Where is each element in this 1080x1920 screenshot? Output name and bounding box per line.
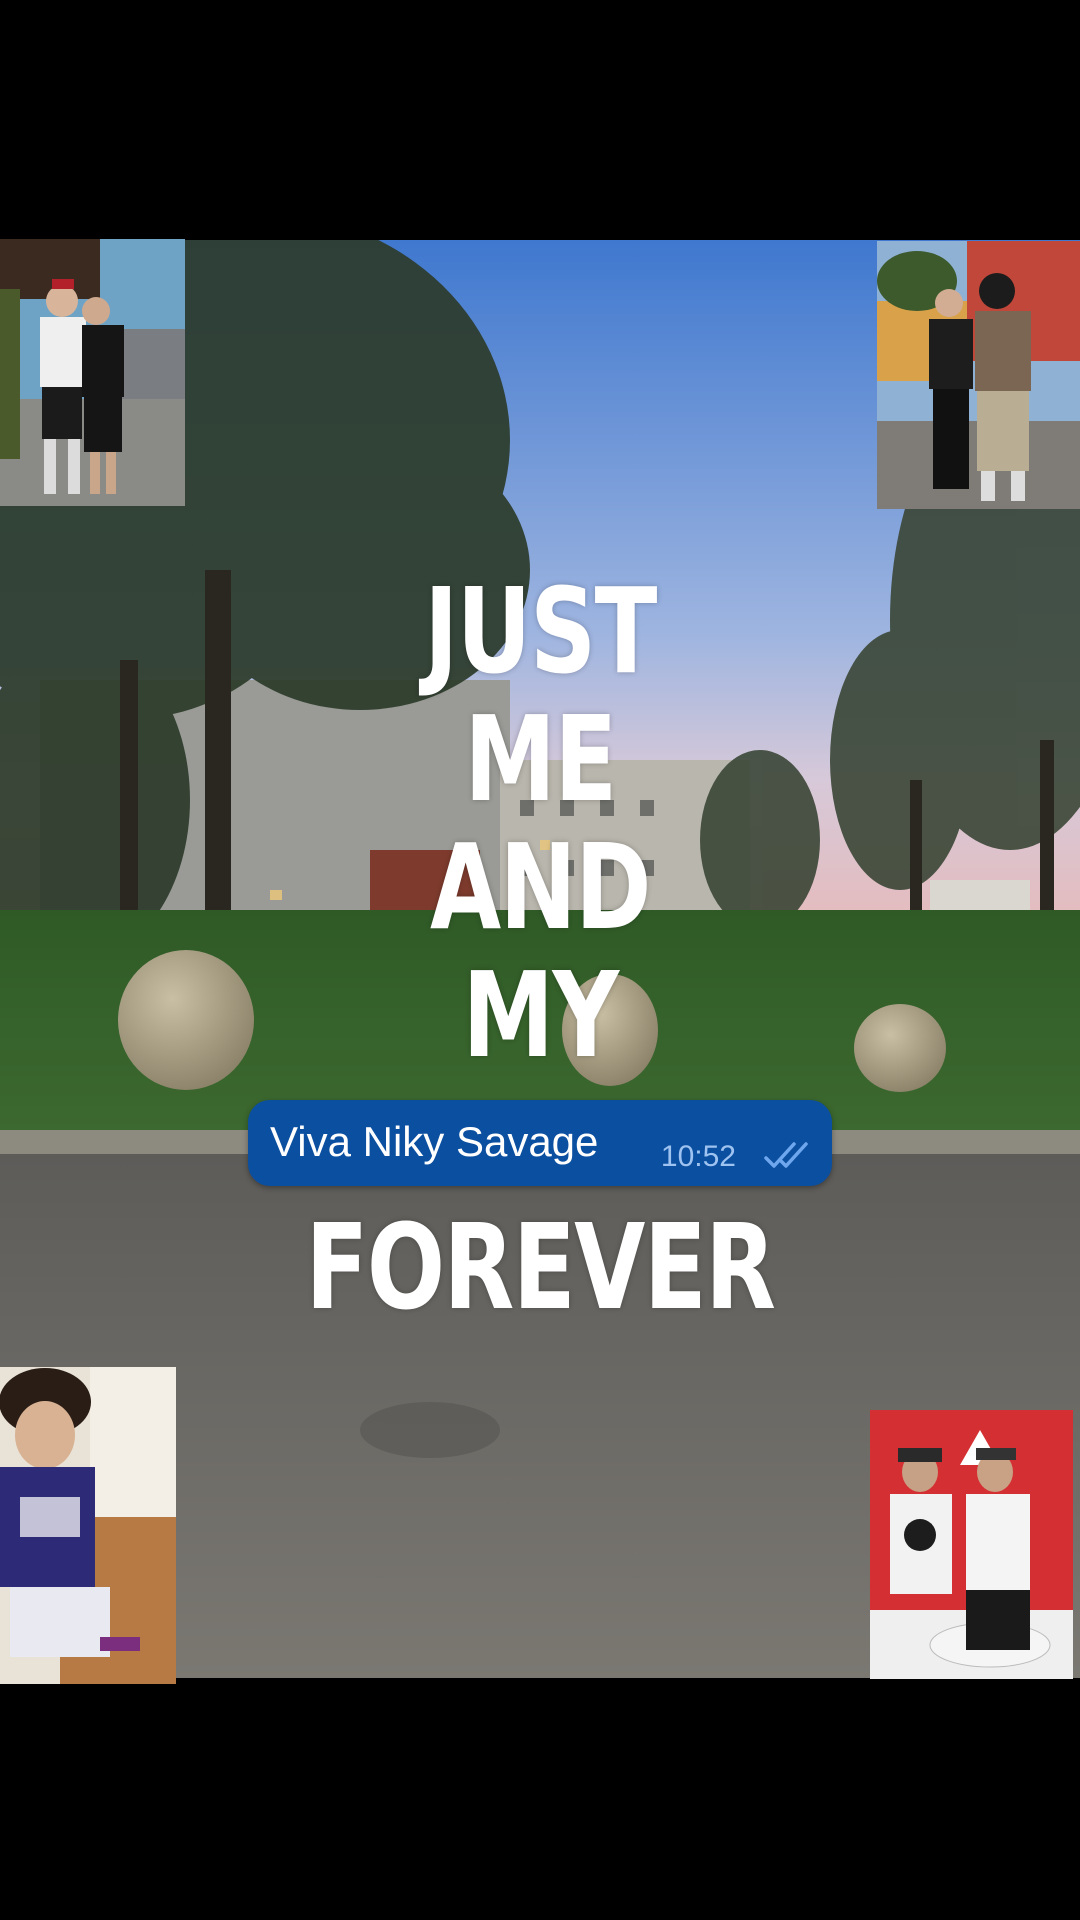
headline-line-forever: FOREVER bbox=[305, 1198, 776, 1336]
message-text: Viva Niky Savage bbox=[270, 1118, 599, 1165]
double-check-icon bbox=[764, 1142, 808, 1168]
headline-line-just: JUST bbox=[424, 562, 657, 700]
photo-thumbnail-top-left bbox=[0, 239, 185, 506]
message-time: 10:52 bbox=[660, 1140, 736, 1173]
photo-thumbnail-bottom-left bbox=[0, 1367, 176, 1684]
photo-thumbnail-bottom-right bbox=[870, 1410, 1073, 1679]
headline-line-and: AND bbox=[430, 818, 652, 956]
photo-thumbnail-top-right bbox=[877, 241, 1080, 509]
story-canvas: JUST ME AND MY FOREVER Viva Niky Savage … bbox=[0, 0, 1080, 1920]
headline-line-my: MY bbox=[462, 946, 619, 1084]
message-bubble[interactable]: Viva Niky Savage 10:52 bbox=[248, 1100, 832, 1186]
headline-line-me: ME bbox=[464, 690, 617, 828]
